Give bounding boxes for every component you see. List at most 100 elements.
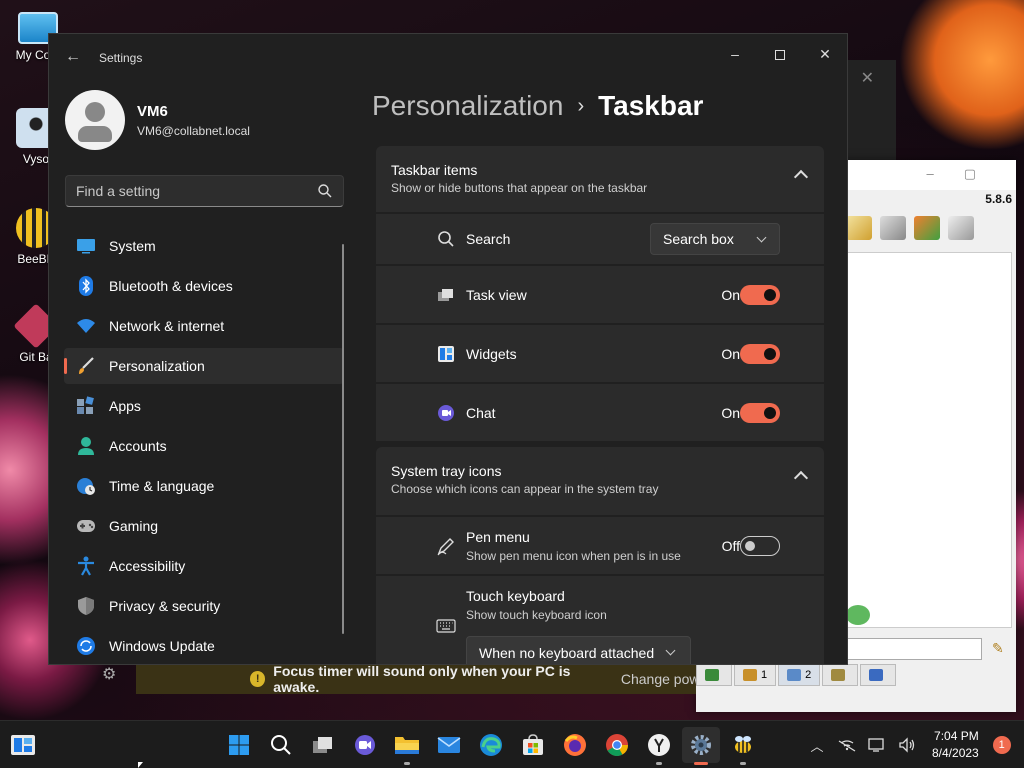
windows-logo-icon <box>229 735 249 755</box>
search-mode-dropdown[interactable]: Search box <box>650 223 780 255</box>
page-title: Taskbar <box>598 90 704 121</box>
person-icon <box>76 436 96 456</box>
close-icon[interactable]: ✕ <box>861 68 874 88</box>
sidebar-scrollbar[interactable] <box>342 244 344 634</box>
taskbar-beebeep-button[interactable] <box>724 727 762 765</box>
taskbar-start-button[interactable] <box>220 727 258 763</box>
title-bar: ← Settings – ✕ <box>49 34 847 82</box>
users-icon <box>743 669 757 681</box>
breadcrumb-parent[interactable]: Personalization <box>372 90 563 122</box>
notification-badge[interactable]: 1 <box>992 736 1011 754</box>
taskbar-file-explorer-button[interactable] <box>388 727 426 765</box>
taskbar-task-view-button[interactable] <box>304 727 342 763</box>
clear-icon[interactable]: ✎ <box>992 640 1004 657</box>
edit-icon[interactable] <box>846 216 872 240</box>
volume-icon[interactable] <box>894 732 920 758</box>
bluetooth-icon <box>76 276 96 296</box>
dropdown-value: When no keyboard attached <box>479 645 655 661</box>
sidebar-item-bluetooth[interactable]: Bluetooth & devices <box>64 268 344 304</box>
background-app-tab[interactable]: 1 <box>734 664 777 686</box>
background-app-tab[interactable] <box>822 664 859 686</box>
sidebar-item-personalization[interactable]: Personalization <box>64 348 344 384</box>
avatar-head <box>85 102 105 122</box>
app-title: Settings <box>99 51 143 65</box>
taskbar-chrome-button[interactable] <box>598 727 636 763</box>
sidebar-item-gaming[interactable]: Gaming <box>64 508 344 544</box>
system-tray-header[interactable]: System tray icons Choose which icons can… <box>376 447 824 515</box>
close-button[interactable]: ✕ <box>805 40 845 68</box>
minimize-button[interactable]: – <box>715 40 755 68</box>
taskbar-items-header[interactable]: Taskbar items Show or hide buttons that … <box>376 146 824 212</box>
taskbar-store-button[interactable] <box>514 727 552 763</box>
firefox-icon <box>564 734 586 756</box>
sidebar-item-system[interactable]: System <box>64 228 344 264</box>
touch-keyboard-label: Touch keyboard <box>466 588 565 604</box>
chat-icon <box>846 605 870 625</box>
sidebar-item-network[interactable]: Network & internet <box>64 308 344 344</box>
background-app-tab[interactable] <box>860 664 897 686</box>
background-app-window-controls[interactable]: –▢ <box>926 166 1006 182</box>
taskbar-mail-button[interactable] <box>430 727 468 763</box>
taskbar-firefox-button[interactable] <box>556 727 594 763</box>
sidebar-item-time-language[interactable]: Time & language <box>64 468 344 504</box>
sidebar-item-windows-update[interactable]: Windows Update <box>64 628 344 664</box>
taskbar-search-button[interactable] <box>262 727 300 763</box>
back-button[interactable]: ← <box>63 48 83 68</box>
widgets-button[interactable] <box>10 733 36 757</box>
sidebar-nav: System Bluetooth & devices Network & int… <box>64 228 344 664</box>
clock-date: 8/4/2023 <box>932 746 979 760</box>
widgets-toggle[interactable] <box>740 343 780 364</box>
sidebar-item-apps[interactable]: Apps <box>64 388 344 424</box>
dropdown-value: Search box <box>663 231 734 247</box>
tools-icon[interactable] <box>880 216 906 240</box>
taskbar-settings-button[interactable] <box>682 727 720 765</box>
task-view-toggle[interactable] <box>740 284 780 305</box>
avatar <box>65 90 125 150</box>
taskbar-edge-button[interactable] <box>472 727 510 763</box>
chat-row: Chat On <box>376 384 824 441</box>
sidebar-item-label: Apps <box>109 398 141 414</box>
group-title: Taskbar items <box>391 162 478 178</box>
network-offline-icon[interactable] <box>834 732 860 758</box>
chat-label: Chat <box>466 404 496 421</box>
task-view-icon <box>436 285 456 305</box>
group-icon <box>831 669 846 681</box>
update-icon[interactable] <box>914 216 940 240</box>
maximize-button[interactable] <box>760 40 800 68</box>
user-profile[interactable]: VM6 VM6@collabnet.local <box>65 90 250 150</box>
display-icon[interactable] <box>864 732 890 758</box>
group-description: Choose which icons can appear in the sys… <box>391 482 659 496</box>
background-app-tab[interactable] <box>696 664 732 686</box>
clock-time: 7:04 PM <box>934 729 979 743</box>
search-icon[interactable] <box>317 183 333 199</box>
background-app-toolbar <box>846 216 974 240</box>
sidebar-item-label: Privacy & security <box>109 598 221 614</box>
pen-menu-toggle[interactable] <box>740 535 780 556</box>
user-name: VM6 <box>137 102 168 120</box>
touch-keyboard-dropdown[interactable]: When no keyboard attached <box>466 636 691 664</box>
sidebar-item-accessibility[interactable]: Accessibility <box>64 548 344 584</box>
trash-icon[interactable] <box>948 216 974 240</box>
background-app-message-input[interactable] <box>846 638 982 660</box>
mouse-cursor <box>138 762 143 768</box>
sidebar-item-accounts[interactable]: Accounts <box>64 428 344 464</box>
brush-icon <box>76 356 96 376</box>
search-box <box>65 175 344 207</box>
taskbar-chat-button[interactable] <box>346 727 384 763</box>
chat-toggle[interactable] <box>740 402 780 423</box>
focus-notification-message: Focus timer will sound only when your PC… <box>273 663 571 695</box>
gear-icon[interactable]: ⚙ <box>102 664 126 688</box>
clock[interactable]: 7:04 PM 8/4/2023 <box>932 728 979 762</box>
breadcrumb-separator: › <box>577 94 585 117</box>
widgets-label: Widgets <box>466 345 517 362</box>
search-input[interactable] <box>66 176 306 206</box>
globe-clock-icon <box>76 476 96 496</box>
background-app-tab[interactable]: 2 <box>778 664 821 686</box>
sidebar-item-privacy-security[interactable]: Privacy & security <box>64 588 344 624</box>
accessibility-icon <box>76 556 96 576</box>
taskbar-yandex-button[interactable] <box>640 727 678 765</box>
chevron-up-icon[interactable]: ︿ <box>804 732 830 758</box>
toggle-state: On <box>721 404 740 421</box>
sidebar-item-label: Gaming <box>109 518 159 534</box>
focus-notification-action[interactable]: Change pow <box>621 671 696 687</box>
